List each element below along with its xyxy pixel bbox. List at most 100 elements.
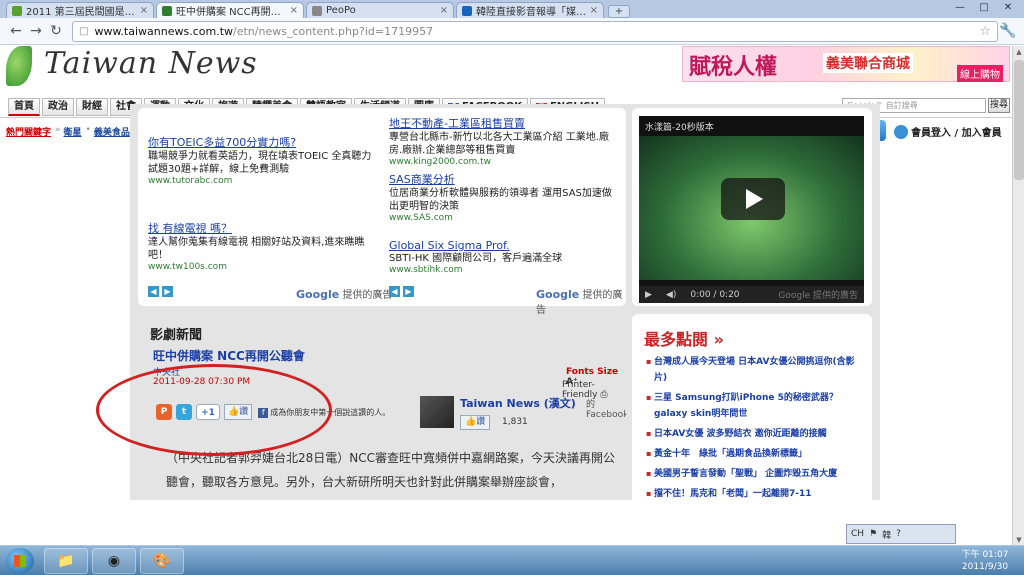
- volume-icon[interactable]: ◀): [666, 290, 676, 300]
- like-count: 1,831: [502, 417, 528, 427]
- ad-url[interactable]: www.king2000.com.tw: [389, 157, 617, 167]
- clock[interactable]: 下午 01:07 2011/9/30: [954, 549, 1016, 573]
- browser-tab[interactable]: PeoPo ×: [306, 2, 454, 18]
- ad-title[interactable]: 地王不動產-工業區租售買賣: [389, 115, 617, 131]
- video-title: 水漾篇-20秒版本: [645, 123, 714, 133]
- scroll-down-icon[interactable]: ▼: [1014, 535, 1024, 545]
- nav-item-label: 財經: [82, 101, 102, 112]
- back-icon[interactable]: ←: [6, 21, 26, 41]
- ad-desc: SBTI-HK 國際顧問公司，客戶遍滿全球: [389, 253, 563, 264]
- tab-label: 2011 第三屆民間國是論壇: [26, 7, 137, 18]
- ad-pager-left: ◀ ▶: [148, 286, 176, 297]
- member-login[interactable]: 會員登入 / 加入會員: [894, 124, 1002, 139]
- popular-item[interactable]: 擋不住！馬克和「老闆」一起離開7-11: [646, 486, 864, 502]
- popular-item[interactable]: 美國男子誓言發動「聖戰」 企圖炸毀五角大廈: [646, 466, 864, 482]
- popular-item[interactable]: 日本AV女優 波多野結衣 邀你近距離的接觸: [646, 426, 864, 442]
- ad-right-2[interactable]: SAS商業分析 位居商業分析軟體與服務的領導者 運用SAS加速做出更明智的決策 …: [389, 171, 617, 223]
- ad-desc: 位居商業分析軟體與服務的領導者 運用SAS加速做出更明智的決策: [389, 188, 612, 212]
- nav-item[interactable]: 首頁: [8, 98, 40, 116]
- close-window-icon[interactable]: ✕: [996, 0, 1020, 16]
- tab-favicon-icon: [12, 5, 22, 16]
- ad-url[interactable]: www.SAS.com: [389, 213, 617, 223]
- google-ads-label-right[interactable]: Google 提供的廣告: [536, 286, 626, 316]
- chrome-icon[interactable]: ◉: [92, 548, 136, 574]
- popular-title[interactable]: 最多點閱 »: [644, 326, 724, 350]
- tab-favicon-icon: [312, 5, 322, 16]
- video-controls: ▶ ◀) 0:00 / 0:20 Google 提供的廣告: [639, 286, 864, 303]
- hot-keyword-link[interactable]: 衛星: [64, 125, 82, 138]
- minimize-icon[interactable]: —: [948, 0, 972, 16]
- close-icon[interactable]: ×: [290, 5, 298, 16]
- popular-item[interactable]: 三星 Samsung打趴iPhone 5的秘密武器？ galaxy skin明年…: [646, 390, 864, 422]
- scroll-up-icon[interactable]: ▲: [1014, 47, 1024, 57]
- hot-keywords-label[interactable]: 熱門關鍵字: [6, 125, 51, 138]
- tray-item[interactable]: ?: [896, 529, 901, 539]
- nav-item[interactable]: 財經: [76, 98, 108, 116]
- start-button[interactable]: [6, 548, 34, 574]
- google-ads-label-left[interactable]: Google 提供的廣告: [296, 286, 392, 301]
- ad-url[interactable]: www.tutorabc.com: [148, 176, 376, 186]
- tab-label: 旺中併購案 NCC再開公聽會: [176, 7, 287, 18]
- banner-ad[interactable]: 賦稅人權 義美聯合商城 線上購物: [682, 46, 1010, 82]
- ad-pager-right: ◀ ▶: [389, 286, 417, 297]
- ad-right-1[interactable]: 地王不動產-工業區租售買賣 專營台北縣市-新竹以北各大工業區介紹 工業地.廠房.…: [389, 115, 617, 167]
- page-thumbnail[interactable]: [420, 396, 454, 428]
- ad-title[interactable]: 找 有線電視 嗎？: [148, 220, 376, 236]
- next-icon[interactable]: ▶: [162, 286, 173, 297]
- play-icon[interactable]: [721, 178, 785, 220]
- vertical-scrollbar[interactable]: ▲ ▼: [1012, 46, 1024, 546]
- address-bar[interactable]: □ www.taiwannews.com.tw/etn/news_content…: [72, 20, 998, 42]
- tray-item[interactable]: CH: [851, 529, 864, 539]
- reload-icon[interactable]: ↻: [46, 21, 66, 41]
- facebook-page-name[interactable]: Taiwan News (漢文): [460, 395, 576, 411]
- browser-tab[interactable]: 2011 第三屆民間國是論壇 ×: [6, 2, 154, 18]
- popular-item[interactable]: 黃金十年 綠批「過期食品換新標籤」: [646, 446, 864, 462]
- play-control-icon[interactable]: ▶: [645, 290, 652, 300]
- facebook-page-on: 的 Facebook: [586, 400, 626, 420]
- video-time: 0:00 / 0:20: [690, 289, 740, 300]
- ad-url[interactable]: www.sbtihk.com: [389, 265, 617, 275]
- wrench-icon[interactable]: 🔧: [998, 21, 1018, 41]
- member-icon: [894, 125, 908, 139]
- next-icon[interactable]: ▶: [403, 286, 414, 297]
- ad-right-3[interactable]: Global Six Sigma Prof. SBTI-HK 國際顧問公司，客戶…: [389, 239, 617, 275]
- page-like-button[interactable]: 👍讚: [460, 415, 491, 430]
- google-search-button[interactable]: 搜尋: [988, 98, 1010, 113]
- article-headline[interactable]: 旺中併購案 NCC再開公聽會: [153, 347, 305, 364]
- browser-tab[interactable]: 韓陸直接影音報導「媒體巨 ×: [456, 2, 604, 18]
- ad-url[interactable]: www.tw100s.com: [148, 262, 376, 272]
- separator: •: [85, 125, 91, 135]
- tray-item[interactable]: 韓: [882, 528, 891, 541]
- hot-keyword-link[interactable]: 義美食品: [94, 125, 130, 138]
- prev-icon[interactable]: ◀: [389, 286, 400, 297]
- ad-left-1[interactable]: 你有TOEIC多益700分實力嗎? 職場競爭力就看英語力，現在填表TOEIC 全…: [148, 134, 376, 186]
- logo-leaf-icon: [6, 46, 32, 86]
- new-tab-button[interactable]: +: [608, 5, 630, 18]
- maximize-icon[interactable]: □: [972, 0, 996, 16]
- site-logo[interactable]: Taiwan News: [44, 46, 258, 81]
- forward-icon[interactable]: →: [26, 21, 46, 41]
- google-label: Google: [296, 288, 340, 301]
- ad-desc: 達人幫你蒐集有線電視 相關好站及資料,進來瞧瞧吧！: [148, 237, 365, 261]
- tray-item[interactable]: ⚑: [869, 529, 877, 539]
- language-bar[interactable]: CH ⚑ 韓?: [846, 524, 956, 544]
- popular-item[interactable]: 台灣成人展今天登場 日本AV女優公開挑逗你(含影片): [646, 354, 864, 386]
- nav-item[interactable]: 政治: [42, 98, 74, 116]
- prev-icon[interactable]: ◀: [148, 286, 159, 297]
- close-icon[interactable]: ×: [140, 5, 148, 16]
- close-icon[interactable]: ×: [590, 5, 598, 16]
- close-icon[interactable]: ×: [440, 5, 448, 16]
- popular-box: 最多點閱 » 台灣成人展今天登場 日本AV女優公開挑逗你(含影片) 三星 Sams…: [632, 314, 872, 545]
- ad-title[interactable]: 你有TOEIC多益700分實力嗎?: [148, 134, 376, 150]
- ad-title[interactable]: SAS商業分析: [389, 171, 617, 187]
- browser-tab[interactable]: 旺中併購案 NCC再開公聽會×: [156, 2, 304, 18]
- taskbar: CH ⚑ 韓? 📁 ◉ 🎨 下午 01:07 2011/9/30: [0, 524, 1024, 575]
- ad-title[interactable]: Global Six Sigma Prof.: [389, 239, 617, 252]
- video-player[interactable]: 水漾篇-20秒版本 ▶ ◀) 0:00 / 0:20 Google 提供的廣告: [639, 116, 864, 303]
- scroll-thumb[interactable]: [1014, 60, 1024, 180]
- tab-favicon-icon: [462, 5, 472, 16]
- ad-left-2[interactable]: 找 有線電視 嗎？ 達人幫你蒐集有線電視 相關好站及資料,進來瞧瞧吧！ www.…: [148, 220, 376, 272]
- paint-icon[interactable]: 🎨: [140, 548, 184, 574]
- bookmark-star-icon[interactable]: ☆: [979, 24, 991, 39]
- explorer-icon[interactable]: 📁: [44, 548, 88, 574]
